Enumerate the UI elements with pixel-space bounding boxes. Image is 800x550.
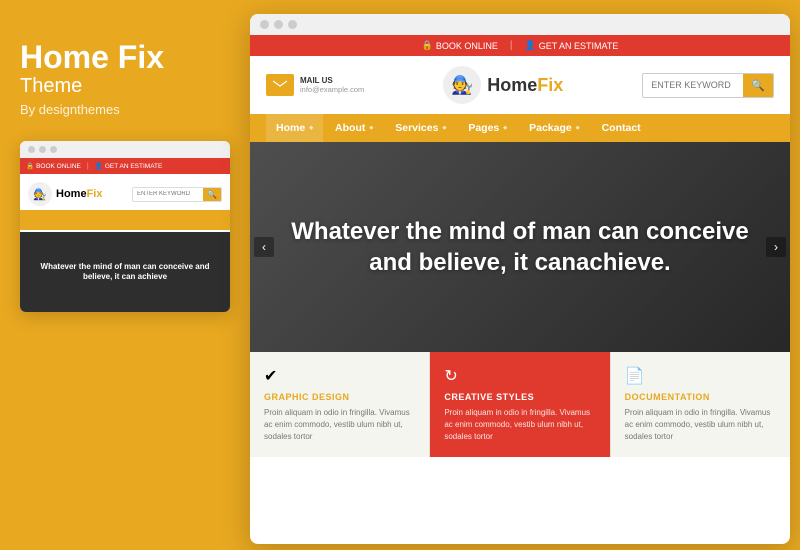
nav-contact[interactable]: Contact [592, 114, 651, 142]
site-search[interactable]: 🔍 [642, 73, 774, 98]
browser-bar [250, 14, 790, 35]
mini-search-btn[interactable]: 🔍 [203, 188, 221, 201]
mini-sep: | [87, 163, 89, 170]
card-creative-styles: ↻ CREATIVE STYLES Proin aliquam in odio … [430, 352, 610, 457]
mail-address: info@example.com [300, 85, 364, 94]
hero-section: ‹ Whatever the mind of man can conceive … [250, 142, 790, 352]
site-logo: 🧑‍🔧 HomeFix [443, 66, 563, 104]
hero-text: Whatever the mind of man can conceive an… [250, 216, 790, 278]
card-body-2: Proin aliquam in odio in fringilla. Viva… [444, 407, 595, 443]
book-online-label: BOOK ONLINE [436, 41, 498, 51]
mini-header: 🧑‍🔧 HomeFix 🔍 [20, 174, 230, 210]
checkmark-icon: ✔ [264, 366, 415, 386]
nav-dot: ◆ [369, 125, 373, 131]
user-icon: 👤 [524, 40, 535, 51]
mail-text: MAIL US info@example.com [300, 76, 364, 94]
right-browser: 🔒 BOOK ONLINE | 👤 GET AN ESTIMATE MAIL U… [250, 14, 790, 544]
refresh-icon: ↻ [444, 366, 595, 386]
nav-dot: ◆ [442, 125, 446, 131]
cards-row: ✔ GRAPHIC DESIGN Proin aliquam in odio i… [250, 352, 790, 457]
document-icon: 📄 [625, 366, 776, 386]
mini-browser-bar [20, 141, 230, 158]
hero-prev-btn[interactable]: ‹ [254, 237, 274, 257]
nav-dot: ◆ [503, 125, 507, 131]
top-bar-sep: | [510, 40, 513, 51]
mini-hero: Whatever the mind of man can conceive an… [20, 232, 230, 312]
mini-topbar: 🔒 BOOK ONLINE | 👤 GET AN ESTIMATE [20, 158, 230, 174]
nav-pages[interactable]: Pages ◆ [458, 114, 517, 142]
nav-about[interactable]: About ◆ [325, 114, 383, 142]
get-estimate-btn[interactable]: 👤 GET AN ESTIMATE [524, 40, 618, 51]
site-header: MAIL US info@example.com 🧑‍🔧 HomeFix 🔍 [250, 56, 790, 114]
brand-title: Home Fix [20, 40, 164, 75]
site-search-input[interactable] [643, 75, 743, 95]
card-title-2: CREATIVE STYLES [444, 392, 595, 402]
card-title-1: GRAPHIC DESIGN [264, 392, 415, 402]
book-online-btn[interactable]: 🔒 BOOK ONLINE [422, 40, 498, 51]
mini-hero-text: Whatever the mind of man can conceive an… [20, 262, 230, 283]
browser-dot-1 [260, 20, 269, 29]
mini-dot-2 [39, 146, 46, 153]
lock-icon: 🔒 [422, 40, 433, 51]
card-title-3: DOCUMENTATION [625, 392, 776, 402]
mini-logo-text: HomeFix [56, 188, 102, 200]
mini-logo: 🧑‍🔧 HomeFix [28, 182, 102, 206]
mini-get-estimate: 👤 GET AN ESTIMATE [95, 162, 163, 170]
mini-nav-bar [20, 210, 230, 230]
mail-label: MAIL US [300, 76, 364, 85]
nav-home[interactable]: Home ◆ [266, 114, 323, 142]
top-bar: 🔒 BOOK ONLINE | 👤 GET AN ESTIMATE [250, 35, 790, 56]
mini-dot-1 [28, 146, 35, 153]
brand-by: By designthemes [20, 102, 120, 117]
mail-icon [266, 74, 294, 96]
nav-services[interactable]: Services ◆ [385, 114, 456, 142]
card-documentation: 📄 DOCUMENTATION Proin aliquam in odio in… [611, 352, 790, 457]
site-search-btn[interactable]: 🔍 [743, 74, 773, 97]
hero-next-btn[interactable]: › [766, 237, 786, 257]
mini-logo-icon: 🧑‍🔧 [28, 182, 52, 206]
mini-book-online: 🔒 BOOK ONLINE [26, 162, 81, 170]
nav-dot: ◆ [309, 125, 313, 131]
mini-lock-icon: 🔒 [26, 162, 34, 170]
card-graphic-design: ✔ GRAPHIC DESIGN Proin aliquam in odio i… [250, 352, 430, 457]
browser-dot-2 [274, 20, 283, 29]
site-logo-text: HomeFix [487, 75, 563, 96]
nav-dot: ◆ [576, 125, 580, 131]
card-body-3: Proin aliquam in odio in fringilla. Viva… [625, 407, 776, 443]
mini-browser: 🔒 BOOK ONLINE | 👤 GET AN ESTIMATE 🧑‍🔧 Ho… [20, 141, 230, 312]
site-logo-icon: 🧑‍🔧 [443, 66, 481, 104]
mini-dot-3 [50, 146, 57, 153]
mini-search[interactable]: 🔍 [132, 187, 222, 202]
nav-bar: Home ◆ About ◆ Services ◆ Pages ◆ Packag… [250, 114, 790, 142]
brand-subtitle: Theme [20, 75, 82, 98]
mini-search-input[interactable] [133, 189, 203, 199]
envelope-icon [273, 80, 287, 90]
left-panel: Home Fix Theme By designthemes 🔒 BOOK ON… [0, 0, 248, 550]
mini-user-icon: 👤 [95, 162, 103, 170]
browser-dot-3 [288, 20, 297, 29]
nav-package[interactable]: Package ◆ [519, 114, 589, 142]
mail-info: MAIL US info@example.com [266, 74, 364, 96]
card-body-1: Proin aliquam in odio in fringilla. Viva… [264, 407, 415, 443]
get-estimate-label: GET AN ESTIMATE [539, 41, 619, 51]
